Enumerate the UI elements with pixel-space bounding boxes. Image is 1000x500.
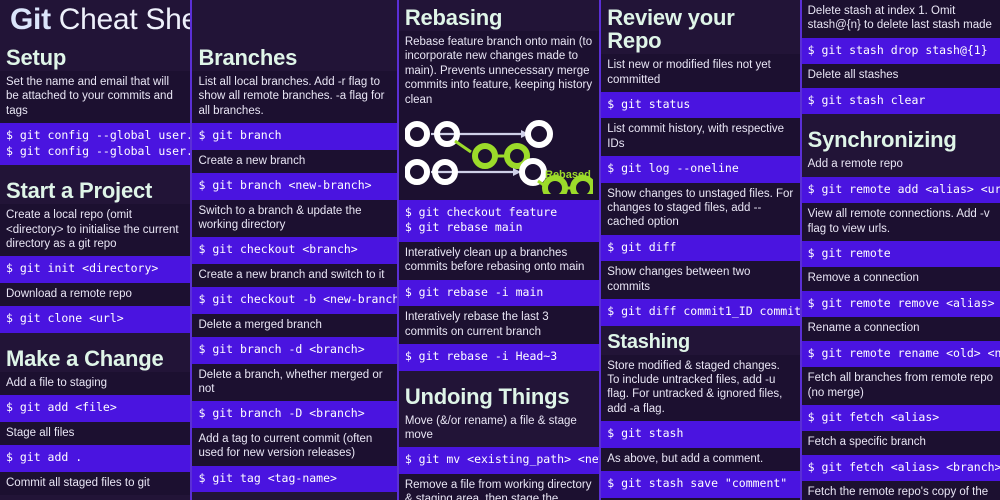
code-git-init[interactable]: $ git init <directory> xyxy=(0,256,191,283)
desc-git-remote: View all remote connections. Add -v flag… xyxy=(801,203,1000,241)
desc-git-branch-d: Delete a merged branch xyxy=(192,313,397,338)
code-git-diff[interactable]: $ git diff xyxy=(601,234,800,262)
spacer xyxy=(0,165,191,174)
spacer xyxy=(0,332,191,341)
spacer xyxy=(398,370,600,379)
section-heading-undoing-things: Undoing Things xyxy=(398,378,600,410)
column-setup: Git Cheat Sheet Setup Set the name and e… xyxy=(0,0,191,500)
code-git-rebase-main[interactable]: $ git checkout feature $ git rebase main xyxy=(398,199,600,242)
desc-git-remote-remove: Remove a connection xyxy=(801,267,1000,291)
code-git-stash-clear[interactable]: $ git stash clear xyxy=(801,87,1000,115)
code-git-stash[interactable]: $ git stash xyxy=(601,421,800,448)
page-title: Git Cheat Sheet xyxy=(0,0,191,40)
code-git-config[interactable]: $ git config --global user.name "Danny A… xyxy=(0,123,191,166)
section-heading-stashing: Stashing xyxy=(601,325,800,355)
column-rebasing: Rebasing Rebase feature branch onto main… xyxy=(398,0,600,500)
section-heading-review-your-repo: Review your Repo xyxy=(601,0,800,55)
code-git-rebase-i-main[interactable]: $ git rebase -i main xyxy=(398,279,600,307)
code-git-branch-d[interactable]: $ git branch -d <branch> xyxy=(192,337,397,364)
section-heading-synchronizing: Synchronizing xyxy=(801,122,1000,154)
desc-git-stash: Store modified & staged changes. To incl… xyxy=(601,354,800,422)
code-git-stash-save[interactable]: $ git stash save "comment" xyxy=(601,471,800,498)
code-git-rebase-head[interactable]: $ git rebase -i Head~3 xyxy=(398,344,600,371)
title-bold: Git xyxy=(10,3,51,36)
desc-setup: Set the name and email that will be atta… xyxy=(0,71,191,124)
desc-git-remote-rename: Rename a connection xyxy=(801,317,1000,341)
desc-git-rm: Remove a file from working directory & s… xyxy=(398,473,600,500)
code-git-branch-D[interactable]: $ git branch -D <branch> xyxy=(192,401,397,428)
column-review-repo: Review your Repo List new or modified fi… xyxy=(601,0,800,500)
desc-git-mv: Move (&/or rename) a file & stage move xyxy=(398,409,600,448)
code-git-clone[interactable]: $ git clone <url> xyxy=(0,306,191,333)
desc-git-rebase-head: Interatively rebase the last 3 commits o… xyxy=(398,306,600,345)
desc-git-pull: Fetch the remote repo's copy of the curr… xyxy=(801,481,1000,500)
code-git-checkout-b[interactable]: $ git checkout -b <new-branch> xyxy=(192,287,397,314)
column-synchronizing: Delete stash at index 1. Omit stash@{n} … xyxy=(801,0,1000,500)
desc-git-init: Create a local repo (omit <directory> to… xyxy=(0,204,191,257)
code-git-tag[interactable]: $ git tag <tag-name> xyxy=(192,465,397,493)
section-heading-branches: Branches xyxy=(192,40,397,72)
rebase-graph-svg: Rebased xyxy=(404,119,593,194)
desc-git-branch-new: Create a new branch xyxy=(192,149,397,174)
code-git-fetch-branch[interactable]: $ git fetch <alias> <branch> xyxy=(801,454,1000,482)
section-heading-rebasing: Rebasing xyxy=(398,0,600,32)
desc-git-clone: Download a remote repo xyxy=(0,282,191,307)
rebase-diagram: Rebased xyxy=(398,111,600,200)
section-heading-make-a-change: Make a Change xyxy=(0,340,191,372)
title-light: Cheat Sheet xyxy=(58,3,191,36)
code-git-status[interactable]: $ git status xyxy=(601,91,800,119)
git-cheat-sheet: Git Cheat Sheet Setup Set the name and e… xyxy=(0,0,1000,500)
spacer xyxy=(801,114,1000,123)
desc-git-fetch: Fetch all branches from remote repo (no … xyxy=(801,367,1000,405)
column-branches: Branches List all local branches. Add -r… xyxy=(192,0,397,500)
desc-git-status: List new or modified files not yet commi… xyxy=(601,54,800,92)
code-git-stash-drop[interactable]: $ git stash drop stash@{1} xyxy=(801,37,1000,65)
code-git-log[interactable]: $ git log --oneline xyxy=(601,156,800,183)
desc-git-branch: List all local branches. Add -r flag to … xyxy=(192,71,397,124)
desc-git-tag: Add a tag to current commit (often used … xyxy=(192,427,397,466)
code-git-mv[interactable]: $ git mv <existing_path> <new_path> xyxy=(398,447,600,474)
code-git-branch[interactable]: $ git branch xyxy=(192,123,397,150)
code-git-remote[interactable]: $ git remote xyxy=(801,240,1000,268)
desc-git-log: List commit history, with respective IDs xyxy=(601,118,800,157)
desc-git-checkout: Switch to a branch & update the working … xyxy=(192,199,397,238)
code-git-add-all[interactable]: $ git add . xyxy=(0,445,191,472)
code-git-diff-commits[interactable]: $ git diff commit1_ID commit2_ID xyxy=(601,299,800,326)
desc-git-stash-save: As above, but add a comment. xyxy=(601,447,800,472)
code-git-remote-add[interactable]: $ git remote add <alias> <url> xyxy=(801,176,1000,204)
section-heading-start-a-project: Start a Project xyxy=(0,173,191,205)
code-git-fetch[interactable]: $ git fetch <alias> xyxy=(801,404,1000,432)
section-heading-setup: Setup xyxy=(0,40,191,72)
diagram-rebased-label: Rebased xyxy=(545,169,591,181)
desc-git-fetch-branch: Fetch a specific branch xyxy=(801,431,1000,455)
desc-rebase: Rebase feature branch onto main (to inco… xyxy=(398,31,600,112)
desc-git-stash-drop: Delete stash at index 1. Omit stash@{n} … xyxy=(801,0,1000,38)
desc-git-add-all: Stage all files xyxy=(0,421,191,446)
desc-git-add-file: Add a file to staging xyxy=(0,371,191,396)
code-git-remote-rename[interactable]: $ git remote rename <old> <new> xyxy=(801,340,1000,368)
desc-git-stash-clear: Delete all stashes xyxy=(801,64,1000,88)
desc-git-branch-D: Delete a branch, whether merged or not xyxy=(192,363,397,402)
desc-git-commit: Commit all staged files to git xyxy=(0,471,191,496)
code-git-checkout[interactable]: $ git checkout <branch> xyxy=(192,237,397,264)
spacer xyxy=(192,0,397,40)
code-git-branch-new[interactable]: $ git branch <new-branch> xyxy=(192,173,397,200)
desc-git-checkout-b: Create a new branch and switch to it xyxy=(192,263,397,288)
desc-git-diff: Show changes to unstaged files. For chan… xyxy=(601,182,800,235)
code-git-remote-remove[interactable]: $ git remote remove <alias> xyxy=(801,290,1000,318)
code-git-add-file[interactable]: $ git add <file> xyxy=(0,395,191,422)
desc-git-rebase-i-main: Interatively clean up a branches commits… xyxy=(398,242,600,280)
desc-git-remote-add: Add a remote repo xyxy=(801,153,1000,177)
desc-git-diff-commits: Show changes between two commits xyxy=(601,261,800,300)
